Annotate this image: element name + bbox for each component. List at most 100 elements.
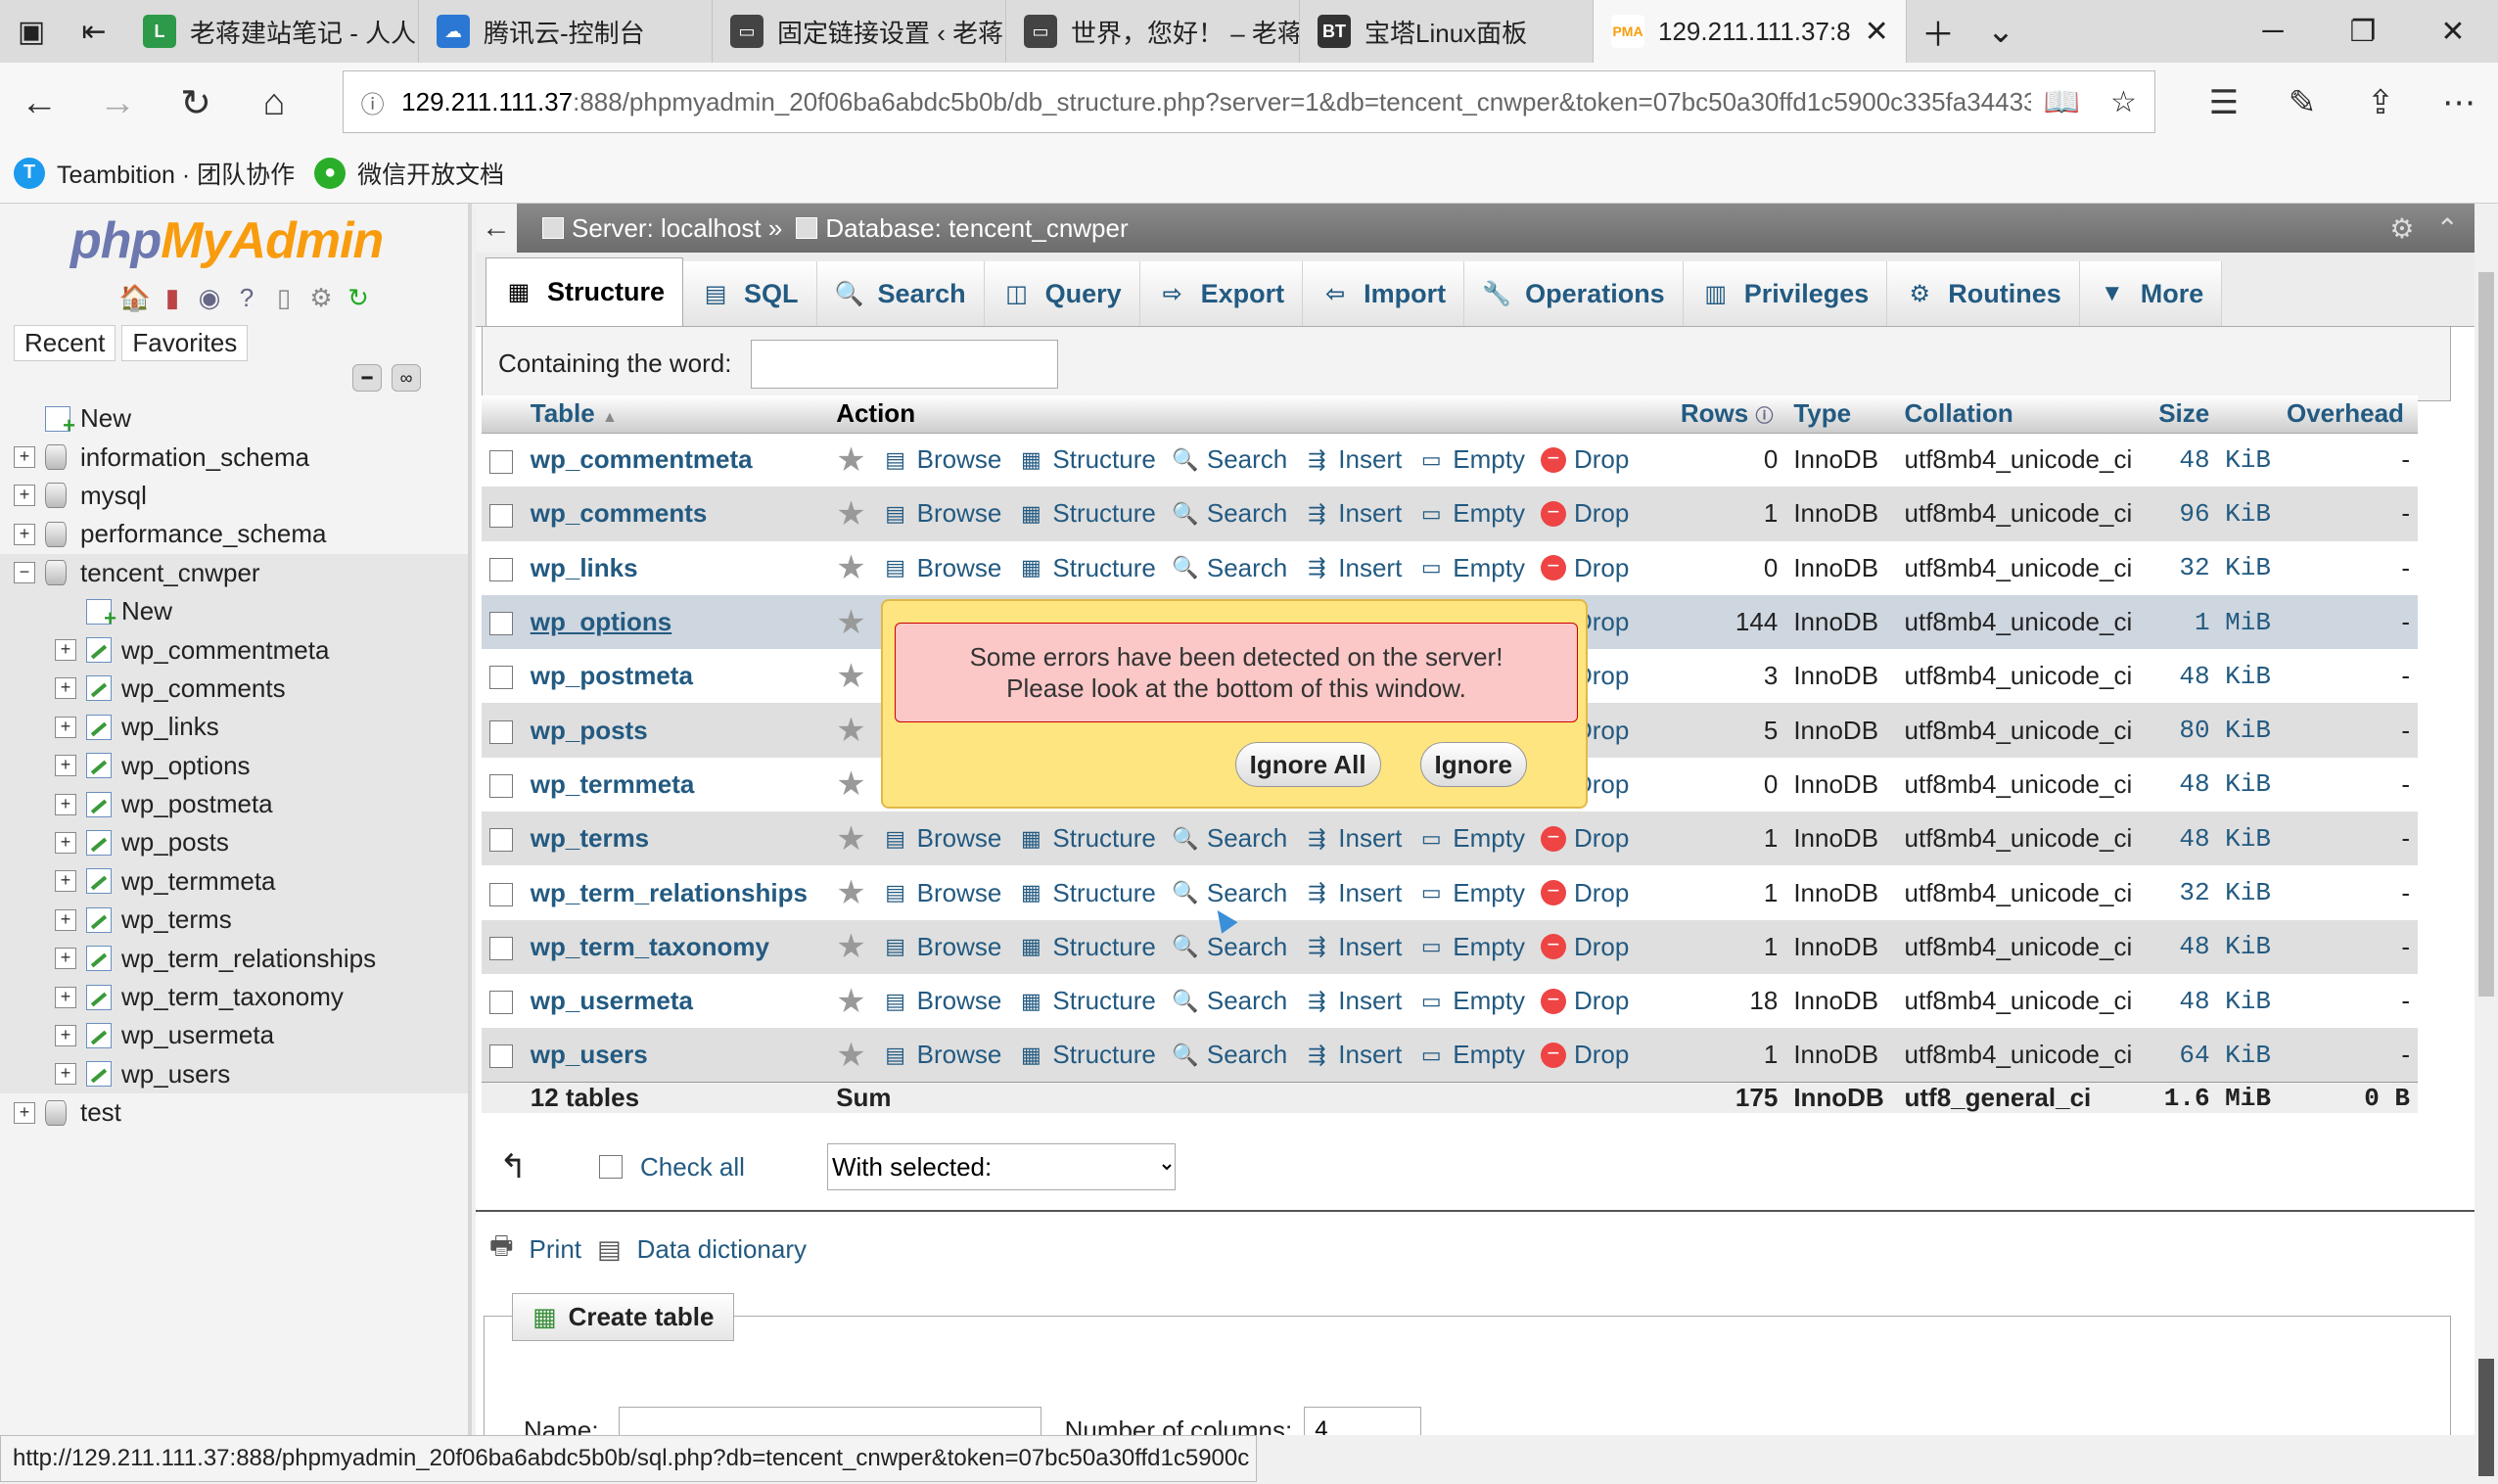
- tree-item[interactable]: New: [0, 591, 468, 631]
- more-menu-icon[interactable]: ⋯: [2420, 83, 2498, 122]
- expand-icon[interactable]: +: [14, 1101, 35, 1124]
- header-collation[interactable]: Collation: [1896, 395, 2151, 434]
- row-checkbox[interactable]: [489, 503, 513, 528]
- collapse-icon[interactable]: −: [14, 562, 35, 584]
- favorite-star-icon[interactable]: ★: [836, 819, 865, 858]
- tree-item[interactable]: − tencent_cnwper: [0, 553, 468, 592]
- url-field[interactable]: ⓘ 129.211.111.37 :888/phpmyadmin_20f06ba…: [343, 70, 2155, 133]
- logout-icon[interactable]: ▮: [157, 282, 188, 313]
- tree-item[interactable]: + wp_termmeta: [0, 861, 468, 902]
- set-aside-tabs-icon[interactable]: ⇤: [63, 0, 125, 63]
- tab-structure[interactable]: ▦ Structure: [486, 257, 684, 326]
- settings-gear-icon[interactable]: ⚙: [305, 282, 337, 313]
- tab-actions-icon[interactable]: ▣: [0, 0, 63, 63]
- action-browse-link[interactable]: ▤ Browse: [882, 553, 1001, 583]
- row-size[interactable]: 64 KiB: [2151, 1028, 2279, 1083]
- header-rows[interactable]: Rows ⓘ: [1672, 395, 1786, 434]
- expand-icon[interactable]: +: [55, 986, 76, 1008]
- browser-tab-active[interactable]: PMA 129.211.111.37:8 ✕: [1594, 0, 1907, 63]
- favorite-star-icon[interactable]: ★: [836, 982, 865, 1021]
- close-window-icon[interactable]: ✕: [2408, 0, 2498, 63]
- action-structure-link[interactable]: ▦ Structure: [1017, 932, 1156, 962]
- action-empty-link[interactable]: ▭ Empty: [1417, 878, 1525, 908]
- collapse-nav-arrow-icon[interactable]: ←: [476, 204, 517, 253]
- documents-icon[interactable]: ▯: [268, 282, 300, 313]
- header-type[interactable]: Type: [1785, 395, 1897, 434]
- check-all[interactable]: Check all: [599, 1152, 745, 1183]
- tree-item[interactable]: + performance_schema: [0, 515, 468, 553]
- row-size[interactable]: 48 KiB: [2151, 649, 2279, 704]
- favorite-star-icon[interactable]: ★: [836, 441, 865, 480]
- table-name-link[interactable]: wp_comments: [522, 487, 829, 541]
- action-empty-link[interactable]: ▭ Empty: [1417, 932, 1525, 962]
- tree-item[interactable]: + wp_users: [0, 1054, 468, 1094]
- tree-item[interactable]: + wp_terms: [0, 901, 468, 940]
- expand-icon[interactable]: +: [55, 639, 76, 662]
- table-name-link[interactable]: wp_links: [522, 540, 829, 595]
- tab-search[interactable]: 🔍 Search: [816, 261, 985, 326]
- favorite-star-icon[interactable]: ★: [836, 1036, 865, 1075]
- expand-icon[interactable]: +: [55, 716, 76, 738]
- table-name-link[interactable]: wp_termmeta: [522, 757, 829, 812]
- collapse-top-icon[interactable]: ⌃: [2436, 212, 2459, 245]
- table-name-link[interactable]: wp_terms: [522, 812, 829, 866]
- collapse-all-icon[interactable]: ━: [352, 364, 382, 392]
- favorite-star-icon[interactable]: ★: [836, 494, 865, 533]
- action-structure-link[interactable]: ▦ Structure: [1017, 1040, 1156, 1070]
- restore-icon[interactable]: ❐: [2318, 0, 2408, 63]
- action-browse-link[interactable]: ▤ Browse: [882, 823, 1001, 854]
- expand-icon[interactable]: +: [55, 1024, 76, 1046]
- home-icon[interactable]: ⌂: [235, 82, 313, 124]
- action-drop-link[interactable]: −Drop: [1540, 823, 1629, 854]
- ignore-button[interactable]: Ignore: [1419, 742, 1527, 787]
- table-name-link[interactable]: wp_users: [522, 1028, 829, 1083]
- tree-item[interactable]: + wp_links: [0, 708, 468, 747]
- favorite-star-icon[interactable]: ★: [836, 927, 865, 966]
- action-insert-link[interactable]: ⇶ Insert: [1303, 553, 1402, 583]
- tree-item[interactable]: + wp_term_taxonomy: [0, 977, 468, 1017]
- action-browse-link[interactable]: ▤ Browse: [882, 986, 1001, 1016]
- new-tab-icon[interactable]: ＋: [1907, 0, 1969, 63]
- tab-routines[interactable]: ⚙ Routines: [1887, 261, 2080, 326]
- tree-item[interactable]: + wp_postmeta: [0, 784, 468, 824]
- table-row[interactable]: wp_links ★ ▤ Browse ▦ Structure 🔍 Search ⇶ Insert…: [482, 540, 2418, 595]
- browser-tab[interactable]: BT 宝塔Linux面板: [1300, 0, 1594, 63]
- action-drop-link[interactable]: −Drop: [1540, 498, 1629, 529]
- table-row[interactable]: wp_term_taxonomy ★ ▤ Browse ▦ Structure 🔍 Searc…: [482, 919, 2418, 974]
- action-drop-link[interactable]: −Drop: [1540, 444, 1629, 475]
- expand-icon[interactable]: +: [55, 948, 76, 970]
- page-settings-gear-icon[interactable]: ⚙: [2389, 212, 2414, 245]
- tree-item[interactable]: + wp_options: [0, 746, 468, 785]
- close-tab-icon[interactable]: ✕: [1865, 15, 1889, 49]
- action-browse-link[interactable]: ▤ Browse: [882, 1040, 1001, 1070]
- data-dictionary-link[interactable]: Data dictionary: [637, 1234, 807, 1265]
- table-name-link[interactable]: wp_options: [522, 594, 829, 650]
- print-link[interactable]: Print: [530, 1234, 581, 1265]
- create-table-legend[interactable]: ▦ Create table: [512, 1293, 735, 1341]
- tab-sql[interactable]: ▤ SQL: [683, 261, 817, 326]
- table-row[interactable]: wp_users ★ ▤ Browse ▦ Structure 🔍 Search ⇶ Insert…: [482, 1028, 2418, 1083]
- action-insert-link[interactable]: ⇶ Insert: [1303, 932, 1402, 962]
- action-search-link[interactable]: 🔍 Search: [1172, 986, 1287, 1016]
- action-empty-link[interactable]: ▭ Empty: [1417, 553, 1525, 583]
- row-checkbox[interactable]: [489, 612, 513, 636]
- row-size[interactable]: 48 KiB: [2151, 812, 2279, 866]
- action-drop-link[interactable]: −Drop: [1540, 878, 1629, 908]
- action-empty-link[interactable]: ▭ Empty: [1417, 498, 1525, 529]
- expand-icon[interactable]: +: [55, 755, 76, 777]
- row-checkbox[interactable]: [489, 666, 513, 690]
- tree-item[interactable]: + wp_comments: [0, 669, 468, 709]
- tab-privileges[interactable]: ▥ Privileges: [1683, 261, 1888, 326]
- action-insert-link[interactable]: ⇶ Insert: [1303, 986, 1402, 1016]
- breadcrumb-database[interactable]: Database: tencent_cnwper: [825, 213, 1128, 244]
- favorites-button[interactable]: Favorites: [121, 325, 249, 361]
- tab-more[interactable]: ▼ More: [2079, 261, 2223, 326]
- action-browse-link[interactable]: ▤ Browse: [882, 498, 1001, 529]
- action-search-link[interactable]: 🔍 Search: [1172, 444, 1287, 475]
- table-name-link[interactable]: wp_postmeta: [522, 649, 829, 704]
- link-with-main-icon[interactable]: ∞: [392, 364, 421, 392]
- action-empty-link[interactable]: ▭ Empty: [1417, 1040, 1525, 1070]
- table-row[interactable]: wp_usermeta ★ ▤ Browse ▦ Structure 🔍 Search ⇶ Ins…: [482, 973, 2418, 1029]
- pen-icon[interactable]: ✎: [2263, 83, 2341, 122]
- tab-operations[interactable]: 🔧 Operations: [1464, 261, 1684, 326]
